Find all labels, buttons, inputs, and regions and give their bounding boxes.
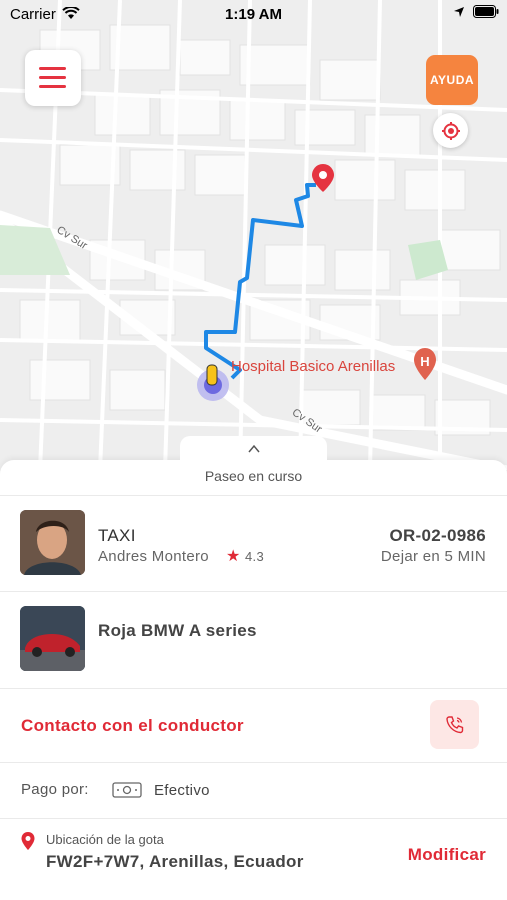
modify-pickup-button[interactable]: Modificar — [408, 845, 486, 865]
location-arrow-icon — [454, 6, 464, 17]
hamburger-icon — [39, 85, 66, 88]
svg-text:H: H — [420, 354, 429, 369]
cash-icon — [112, 782, 142, 798]
place-label: Hospital Basico Arenillas — [231, 358, 396, 375]
hamburger-icon — [39, 67, 66, 70]
pickup-label: Ubicación de la gota — [46, 832, 164, 847]
crosshair-icon — [441, 121, 460, 140]
contact-driver-link[interactable]: Contacto con el conductor — [21, 716, 244, 736]
battery-icon — [473, 5, 499, 18]
divider — [0, 688, 507, 689]
vehicle-photo — [20, 606, 85, 671]
locate-me-button[interactable] — [433, 113, 468, 148]
sheet-handle[interactable] — [180, 436, 327, 466]
clock: 1:19 AM — [225, 6, 282, 23]
hamburger-icon — [39, 76, 66, 79]
star-icon: ★ — [226, 548, 241, 565]
driver-avatar — [20, 510, 85, 575]
divider — [0, 591, 507, 592]
payment-label: Pago por: — [21, 781, 89, 798]
driver-rating: 4.3 — [245, 549, 264, 564]
ride-status: Paseo en curso — [204, 468, 303, 484]
eta-label: Dejar en 5 MIN — [380, 548, 486, 565]
service-type: TAXI — [98, 526, 136, 545]
phone-icon — [445, 715, 463, 733]
license-plate: OR-02-0986 — [389, 526, 486, 545]
call-driver-button[interactable] — [430, 700, 479, 749]
chevron-up-icon — [247, 444, 260, 453]
vehicle-description: Roja BMW A series — [98, 621, 257, 640]
pickup-address: FW2F+7W7, Arenillas, Ecuador — [46, 852, 304, 871]
help-button[interactable]: AYUDA — [426, 55, 478, 105]
divider — [0, 495, 507, 496]
map-pin-icon — [21, 832, 35, 850]
payment-method[interactable]: Efectivo — [154, 782, 210, 799]
divider — [0, 762, 507, 763]
divider — [0, 818, 507, 819]
status-bar: Carrier 1:19 AM — [0, 0, 507, 28]
driver-name: Andres Montero — [98, 548, 209, 565]
menu-button[interactable] — [25, 50, 81, 106]
